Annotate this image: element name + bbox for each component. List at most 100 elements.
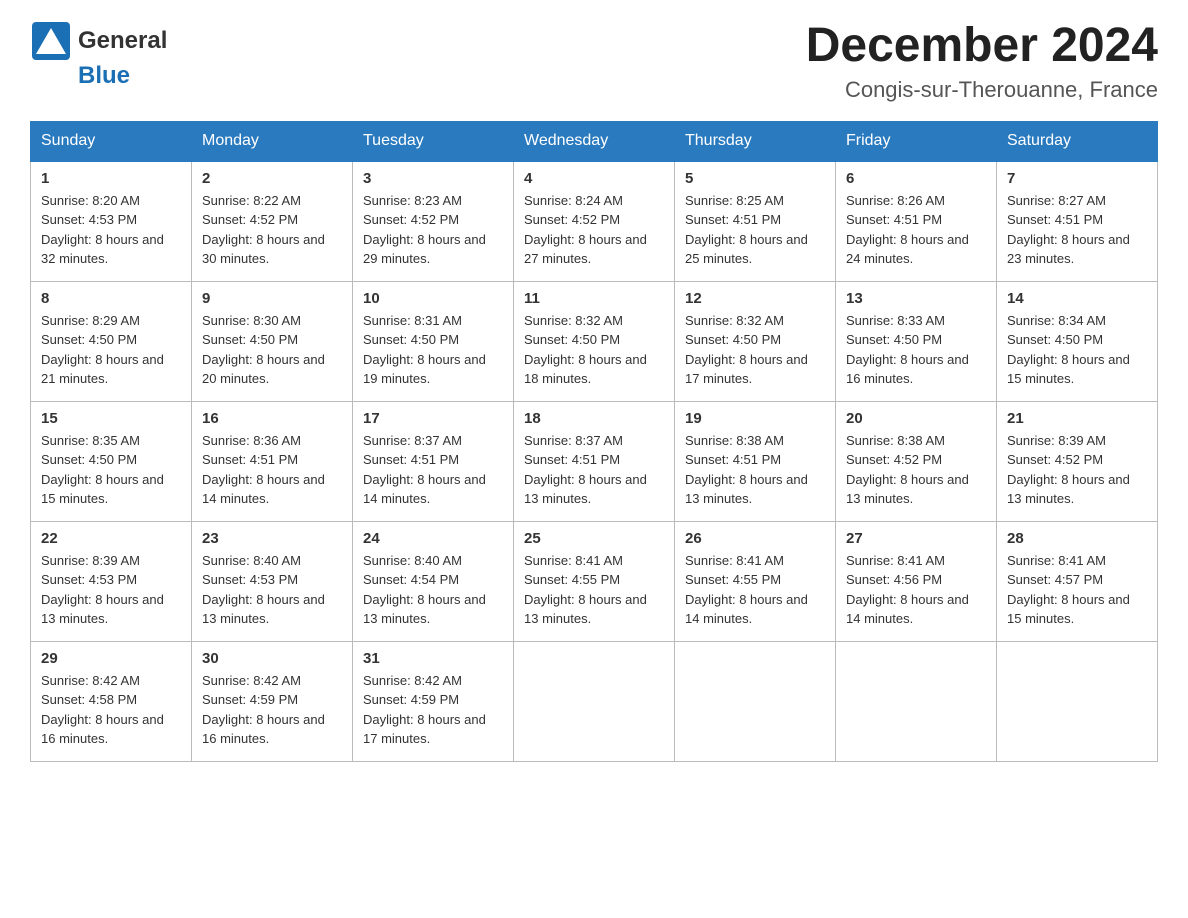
calendar-cell: 1 Sunrise: 8:20 AM Sunset: 4:53 PM Dayli… [31, 161, 192, 282]
calendar-cell: 25 Sunrise: 8:41 AM Sunset: 4:55 PM Dayl… [514, 521, 675, 641]
day-header-wednesday: Wednesday [514, 121, 675, 161]
daylight-label: Daylight: 8 hours and 30 minutes. [202, 232, 325, 267]
sunset-label: Sunset: 4:53 PM [41, 212, 137, 227]
sunrise-label: Sunrise: 8:39 AM [1007, 433, 1106, 448]
daylight-label: Daylight: 8 hours and 13 minutes. [41, 592, 164, 627]
sunrise-label: Sunrise: 8:25 AM [685, 193, 784, 208]
day-info: Sunrise: 8:29 AM Sunset: 4:50 PM Dayligh… [41, 311, 181, 389]
day-info: Sunrise: 8:41 AM Sunset: 4:55 PM Dayligh… [685, 551, 825, 629]
sunrise-label: Sunrise: 8:42 AM [41, 673, 140, 688]
sunset-label: Sunset: 4:51 PM [524, 452, 620, 467]
day-number: 5 [685, 170, 825, 187]
daylight-label: Daylight: 8 hours and 24 minutes. [846, 232, 969, 267]
daylight-label: Daylight: 8 hours and 14 minutes. [363, 472, 486, 507]
day-info: Sunrise: 8:31 AM Sunset: 4:50 PM Dayligh… [363, 311, 503, 389]
sunrise-label: Sunrise: 8:32 AM [685, 313, 784, 328]
day-info: Sunrise: 8:39 AM Sunset: 4:52 PM Dayligh… [1007, 431, 1147, 509]
calendar-cell: 15 Sunrise: 8:35 AM Sunset: 4:50 PM Dayl… [31, 401, 192, 521]
sunrise-label: Sunrise: 8:24 AM [524, 193, 623, 208]
daylight-label: Daylight: 8 hours and 14 minutes. [685, 592, 808, 627]
calendar-week-row: 8 Sunrise: 8:29 AM Sunset: 4:50 PM Dayli… [31, 281, 1158, 401]
daylight-label: Daylight: 8 hours and 16 minutes. [41, 712, 164, 747]
sunset-label: Sunset: 4:53 PM [41, 572, 137, 587]
day-number: 11 [524, 290, 664, 307]
sunset-label: Sunset: 4:50 PM [363, 332, 459, 347]
sunset-label: Sunset: 4:50 PM [846, 332, 942, 347]
sunset-label: Sunset: 4:52 PM [202, 212, 298, 227]
daylight-label: Daylight: 8 hours and 14 minutes. [846, 592, 969, 627]
calendar-cell: 9 Sunrise: 8:30 AM Sunset: 4:50 PM Dayli… [192, 281, 353, 401]
daylight-label: Daylight: 8 hours and 13 minutes. [524, 592, 647, 627]
calendar-cell: 31 Sunrise: 8:42 AM Sunset: 4:59 PM Dayl… [353, 641, 514, 761]
sunrise-label: Sunrise: 8:41 AM [846, 553, 945, 568]
day-number: 26 [685, 530, 825, 547]
sunrise-label: Sunrise: 8:34 AM [1007, 313, 1106, 328]
daylight-label: Daylight: 8 hours and 13 minutes. [202, 592, 325, 627]
sunrise-label: Sunrise: 8:32 AM [524, 313, 623, 328]
day-info: Sunrise: 8:42 AM Sunset: 4:59 PM Dayligh… [202, 671, 342, 749]
sunrise-label: Sunrise: 8:33 AM [846, 313, 945, 328]
daylight-label: Daylight: 8 hours and 14 minutes. [202, 472, 325, 507]
day-number: 28 [1007, 530, 1147, 547]
day-number: 30 [202, 650, 342, 667]
daylight-label: Daylight: 8 hours and 13 minutes. [685, 472, 808, 507]
month-title: December 2024 [806, 20, 1158, 73]
day-info: Sunrise: 8:34 AM Sunset: 4:50 PM Dayligh… [1007, 311, 1147, 389]
day-number: 16 [202, 410, 342, 427]
daylight-label: Daylight: 8 hours and 13 minutes. [363, 592, 486, 627]
day-header-monday: Monday [192, 121, 353, 161]
calendar-cell: 14 Sunrise: 8:34 AM Sunset: 4:50 PM Dayl… [997, 281, 1158, 401]
calendar-cell: 30 Sunrise: 8:42 AM Sunset: 4:59 PM Dayl… [192, 641, 353, 761]
day-number: 18 [524, 410, 664, 427]
sunrise-label: Sunrise: 8:37 AM [363, 433, 462, 448]
day-number: 12 [685, 290, 825, 307]
daylight-label: Daylight: 8 hours and 13 minutes. [524, 472, 647, 507]
sunset-label: Sunset: 4:50 PM [41, 332, 137, 347]
daylight-label: Daylight: 8 hours and 18 minutes. [524, 352, 647, 387]
calendar-cell: 3 Sunrise: 8:23 AM Sunset: 4:52 PM Dayli… [353, 161, 514, 282]
calendar-cell: 5 Sunrise: 8:25 AM Sunset: 4:51 PM Dayli… [675, 161, 836, 282]
day-number: 8 [41, 290, 181, 307]
day-number: 3 [363, 170, 503, 187]
daylight-label: Daylight: 8 hours and 15 minutes. [1007, 352, 1130, 387]
daylight-label: Daylight: 8 hours and 15 minutes. [41, 472, 164, 507]
day-number: 13 [846, 290, 986, 307]
sunset-label: Sunset: 4:50 PM [1007, 332, 1103, 347]
day-info: Sunrise: 8:24 AM Sunset: 4:52 PM Dayligh… [524, 191, 664, 269]
sunrise-label: Sunrise: 8:35 AM [41, 433, 140, 448]
sunrise-label: Sunrise: 8:23 AM [363, 193, 462, 208]
day-number: 7 [1007, 170, 1147, 187]
day-number: 14 [1007, 290, 1147, 307]
sunrise-label: Sunrise: 8:37 AM [524, 433, 623, 448]
location-title: Congis-sur-Therouanne, France [806, 77, 1158, 103]
day-header-sunday: Sunday [31, 121, 192, 161]
calendar-cell: 13 Sunrise: 8:33 AM Sunset: 4:50 PM Dayl… [836, 281, 997, 401]
calendar-cell: 11 Sunrise: 8:32 AM Sunset: 4:50 PM Dayl… [514, 281, 675, 401]
day-info: Sunrise: 8:27 AM Sunset: 4:51 PM Dayligh… [1007, 191, 1147, 269]
calendar-week-row: 29 Sunrise: 8:42 AM Sunset: 4:58 PM Dayl… [31, 641, 1158, 761]
sunset-label: Sunset: 4:50 PM [524, 332, 620, 347]
sunrise-label: Sunrise: 8:39 AM [41, 553, 140, 568]
sunset-label: Sunset: 4:55 PM [524, 572, 620, 587]
day-info: Sunrise: 8:26 AM Sunset: 4:51 PM Dayligh… [846, 191, 986, 269]
daylight-label: Daylight: 8 hours and 13 minutes. [846, 472, 969, 507]
day-number: 21 [1007, 410, 1147, 427]
calendar-cell: 20 Sunrise: 8:38 AM Sunset: 4:52 PM Dayl… [836, 401, 997, 521]
calendar-cell: 22 Sunrise: 8:39 AM Sunset: 4:53 PM Dayl… [31, 521, 192, 641]
sunrise-label: Sunrise: 8:38 AM [846, 433, 945, 448]
day-number: 27 [846, 530, 986, 547]
sunrise-label: Sunrise: 8:31 AM [363, 313, 462, 328]
calendar-cell: 26 Sunrise: 8:41 AM Sunset: 4:55 PM Dayl… [675, 521, 836, 641]
calendar-cell: 8 Sunrise: 8:29 AM Sunset: 4:50 PM Dayli… [31, 281, 192, 401]
daylight-label: Daylight: 8 hours and 17 minutes. [363, 712, 486, 747]
day-info: Sunrise: 8:37 AM Sunset: 4:51 PM Dayligh… [524, 431, 664, 509]
calendar-cell [997, 641, 1158, 761]
sunset-label: Sunset: 4:50 PM [685, 332, 781, 347]
calendar-cell: 12 Sunrise: 8:32 AM Sunset: 4:50 PM Dayl… [675, 281, 836, 401]
day-info: Sunrise: 8:22 AM Sunset: 4:52 PM Dayligh… [202, 191, 342, 269]
calendar-cell: 7 Sunrise: 8:27 AM Sunset: 4:51 PM Dayli… [997, 161, 1158, 282]
daylight-label: Daylight: 8 hours and 15 minutes. [1007, 592, 1130, 627]
calendar-cell: 28 Sunrise: 8:41 AM Sunset: 4:57 PM Dayl… [997, 521, 1158, 641]
sunrise-label: Sunrise: 8:40 AM [202, 553, 301, 568]
logo: General Blue [30, 20, 167, 90]
